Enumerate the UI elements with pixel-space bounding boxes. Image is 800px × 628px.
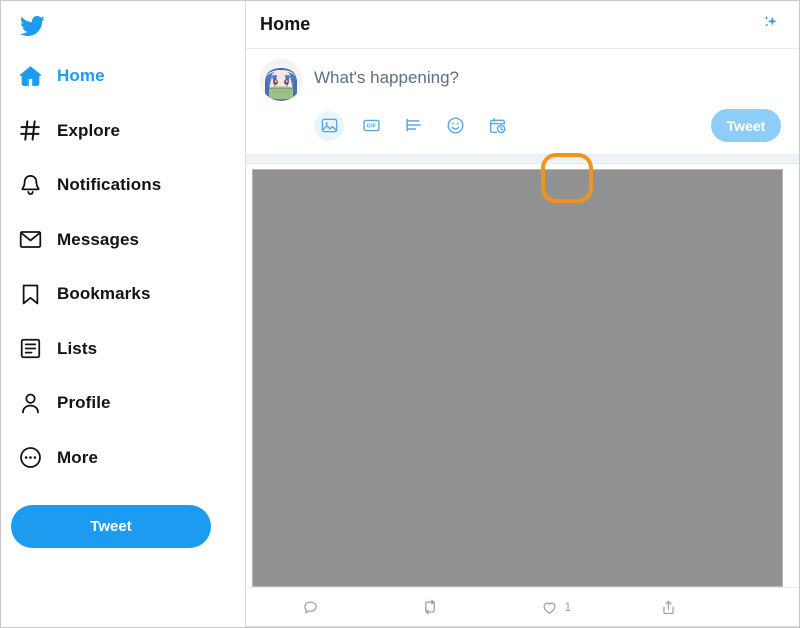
main-column: Home What's happening? GIF Tweet 1 (246, 1, 799, 627)
person-icon (17, 390, 43, 416)
emoji-icon[interactable] (440, 111, 470, 141)
share-icon[interactable] (660, 599, 779, 616)
compose-tweet-button[interactable]: Tweet (711, 109, 781, 142)
sidebar-item-bookmarks[interactable]: Bookmarks (1, 267, 245, 322)
sidebar-item-label: More (57, 447, 99, 467)
like-count: 1 (564, 600, 572, 614)
retweet-icon[interactable] (421, 598, 540, 616)
sidebar-item-explore[interactable]: Explore (1, 104, 245, 159)
sparkle-icon (759, 12, 781, 37)
envelope-icon (17, 227, 43, 253)
compose-tweet-area: What's happening? GIF Tweet (246, 49, 799, 203)
sidebar-item-notifications[interactable]: Notifications (1, 158, 245, 213)
sidebar-item-label: Home (57, 66, 105, 86)
hashtag-icon (17, 118, 43, 144)
twitter-logo[interactable] (1, 1, 245, 47)
avatar[interactable] (260, 59, 302, 101)
sidebar-item-label: Profile (57, 393, 111, 413)
sidebar-nav-list: Home Explore Notifications Messages Book… (1, 47, 245, 485)
compose-toolbar: GIF Tweet (260, 105, 785, 154)
user-avatar-image (260, 59, 302, 101)
list-icon (17, 336, 43, 362)
sidebar-tweet-button[interactable]: Tweet (11, 505, 211, 548)
sidebar-item-label: Messages (57, 229, 140, 249)
reply-icon[interactable] (302, 599, 421, 616)
bookmark-icon (17, 281, 43, 307)
sidebar-item-label: Bookmarks (57, 284, 151, 304)
gif-icon[interactable]: GIF (356, 111, 386, 141)
svg-text:GIF: GIF (366, 124, 376, 130)
compose-action-icons: GIF (314, 110, 512, 141)
compose-input-placeholder[interactable]: What's happening? (314, 59, 785, 88)
sparkle-settings-button[interactable] (755, 10, 785, 40)
sidebar-item-lists[interactable]: Lists (1, 322, 245, 377)
sidebar-item-label: Notifications (57, 175, 162, 195)
poll-icon[interactable] (398, 111, 428, 141)
sidebar-item-label: Lists (57, 338, 98, 358)
home-icon (17, 63, 43, 89)
sidebar-item-label: Explore (57, 120, 121, 140)
sidebar-item-messages[interactable]: Messages (1, 213, 245, 268)
sidebar: Home Explore Notifications Messages Book… (1, 1, 246, 627)
sidebar-item-profile[interactable]: Profile (1, 376, 245, 431)
tweet-action-bar: 1 (246, 587, 799, 627)
schedule-icon[interactable] (482, 111, 512, 141)
sidebar-tweet-button-wrap: Tweet (1, 485, 245, 548)
main-header: Home (246, 1, 799, 49)
more-ellipsis-icon (17, 445, 43, 471)
media-icon[interactable] (314, 110, 344, 141)
sidebar-item-home[interactable]: Home (1, 49, 245, 104)
like-icon[interactable]: 1 (541, 599, 660, 616)
twitter-bird-icon (17, 13, 47, 39)
twitter-app-window: Home Explore Notifications Messages Book… (0, 0, 800, 628)
bell-icon (17, 172, 43, 198)
media-placeholder[interactable] (252, 169, 783, 587)
sidebar-item-more[interactable]: More (1, 431, 245, 486)
media-preview-region (246, 164, 799, 587)
section-divider (246, 154, 799, 164)
page-title: Home (260, 14, 311, 34)
compose-top-row: What's happening? (260, 59, 785, 105)
